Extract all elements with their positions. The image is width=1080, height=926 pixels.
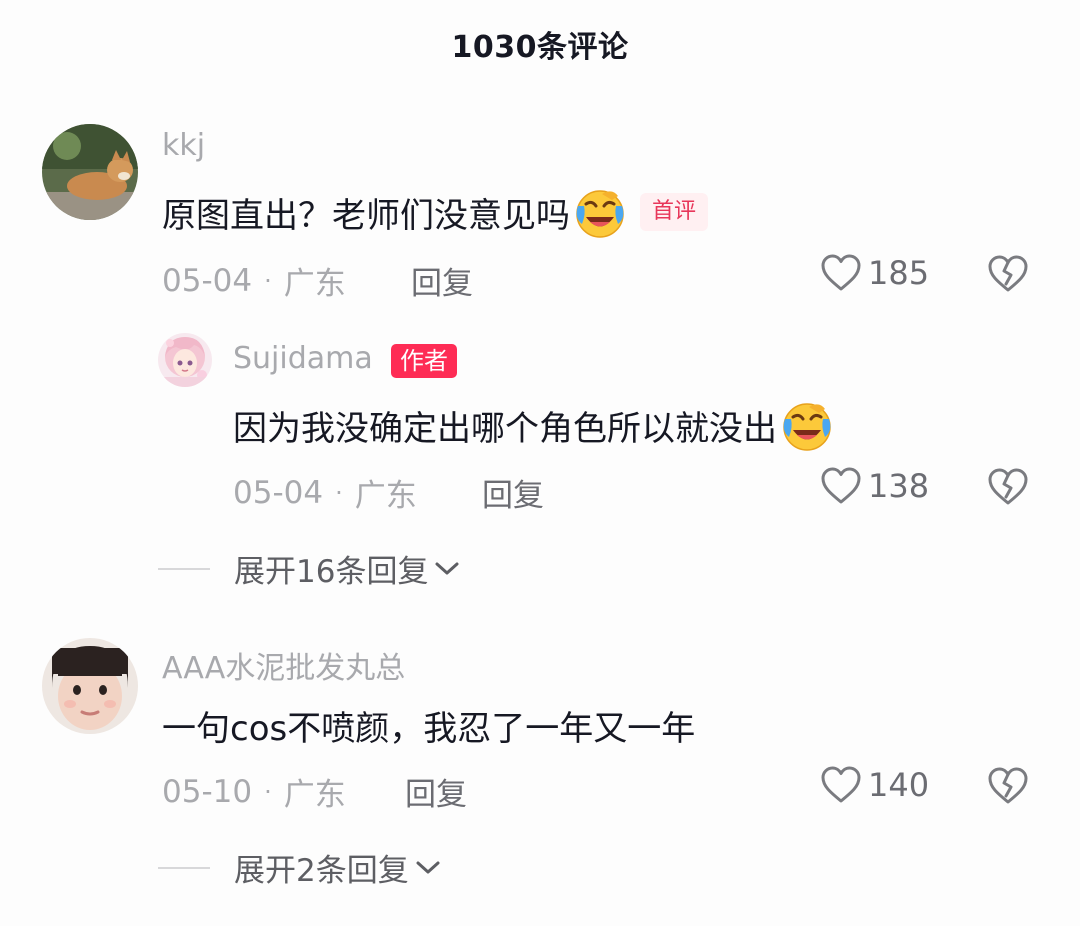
comment-meta: 05-10 · 广东: [162, 769, 346, 814]
dislike-button[interactable]: [987, 467, 1029, 511]
meta-separator: ·: [264, 266, 272, 295]
author-badge: 作者: [391, 344, 457, 378]
avatar-anime-girl-image: [158, 333, 212, 387]
meta-separator: ·: [264, 777, 272, 806]
comment-date: 05-10: [162, 773, 253, 810]
like-button[interactable]: 185: [820, 253, 929, 293]
comment-username[interactable]: kkj: [162, 128, 205, 163]
reply-button[interactable]: 回复: [482, 470, 544, 515]
expand-replies-button[interactable]: 展开2条回复: [158, 845, 441, 890]
avatar-dog-image: [42, 124, 138, 220]
broken-heart-icon: [988, 767, 1028, 804]
dislike-button[interactable]: [987, 254, 1029, 298]
reply-username[interactable]: Sujidama: [233, 341, 373, 376]
broken-heart-icon: [988, 468, 1028, 505]
avatar[interactable]: [158, 333, 212, 387]
comment-meta: 05-04 · 广东: [162, 258, 346, 303]
meta-separator: ·: [335, 478, 343, 507]
dislike-button[interactable]: [987, 766, 1029, 810]
expand-divider-line: [158, 567, 210, 570]
expand-replies-label: 展开16条回复: [234, 554, 429, 590]
reply-button[interactable]: 回复: [411, 258, 473, 303]
chevron-down-icon: [416, 861, 440, 873]
heart-outline-icon: [821, 766, 861, 803]
heart-outline-icon: [821, 254, 861, 291]
heart-outline-icon: [821, 467, 861, 504]
broken-heart-icon: [988, 255, 1028, 292]
comment-date: 05-04: [162, 262, 253, 299]
laughing-crying-emoji-icon: [783, 403, 831, 451]
comments-count-title: 1030条评论: [451, 30, 629, 65]
like-button[interactable]: 140: [820, 765, 929, 805]
comment-username[interactable]: AAA水泥批发丸总: [162, 643, 405, 687]
comment-text: 原图直出？老师们没意见吗 首评: [162, 183, 709, 241]
reply-location: 广东: [354, 478, 417, 514]
chevron-down-icon: [435, 562, 459, 574]
expand-divider-line: [158, 866, 210, 869]
reply-button[interactable]: 回复: [405, 769, 467, 814]
like-count: 138: [868, 467, 930, 505]
reply-text: 因为我没确定出哪个角色所以就没出: [233, 396, 835, 454]
avatar[interactable]: [42, 124, 138, 220]
comments-panel: 1030条评论 kkj 原图直出？老师们没意见吗 首评 05-04 · 广东 回…: [0, 0, 1080, 926]
first-comment-badge: 首评: [640, 193, 709, 231]
reply-text-content: 因为我没确定出哪个角色所以就没出: [233, 408, 777, 449]
avatar-child-face-image: [42, 638, 138, 734]
reply-date: 05-04: [233, 474, 324, 511]
like-count: 185: [868, 254, 930, 292]
avatar[interactable]: [42, 638, 138, 734]
comment-text-content: 原图直出？老师们没意见吗: [162, 195, 570, 236]
reply-meta: 05-04 · 广东: [233, 470, 417, 515]
comment-location: 广东: [283, 777, 346, 813]
comment-location: 广东: [283, 266, 346, 302]
comment-text-content: 一句cos不喷颜，我忍了一年又一年: [162, 708, 696, 749]
laughing-crying-emoji-icon: [576, 190, 624, 238]
like-count: 140: [868, 766, 930, 804]
comment-text: 一句cos不喷颜，我忍了一年又一年: [162, 696, 695, 754]
like-button[interactable]: 138: [820, 466, 929, 506]
expand-replies-label: 展开2条回复: [234, 853, 409, 889]
expand-replies-button[interactable]: 展开16条回复: [158, 546, 460, 591]
